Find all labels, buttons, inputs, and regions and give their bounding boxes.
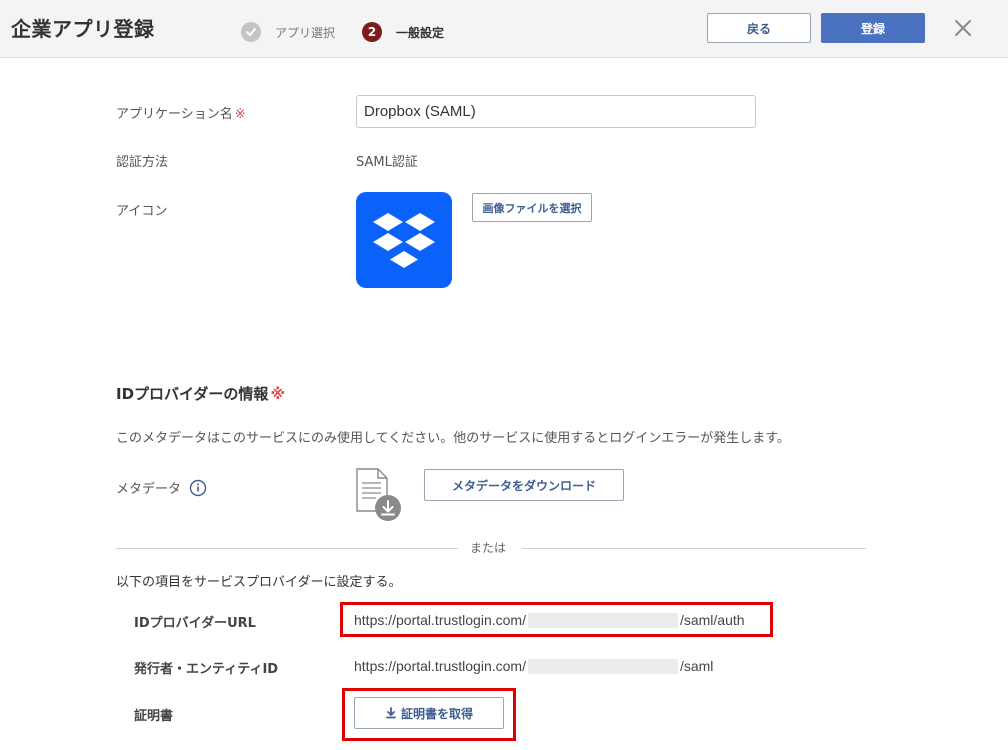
certificate-label: 証明書 [134,709,174,724]
required-mark: ※ [270,385,286,403]
icon-label: アイコン [116,204,168,219]
dropbox-logo-icon [356,192,452,288]
step-label: アプリ選択 [275,25,336,40]
select-image-button[interactable]: 画像ファイルを選択 [472,193,592,222]
sp-instruction: 以下の項目をサービスプロバイダーに設定する。 [116,575,402,590]
metadata-label-text: メタデータ [116,482,182,497]
register-button[interactable]: 登録 [821,13,925,43]
app-name-input[interactable] [356,95,756,128]
info-icon[interactable] [189,479,207,497]
issuer-prefix: https://portal.trustlogin.com/ [354,658,526,674]
back-button[interactable]: 戻る [707,13,811,43]
issuer-value: https://portal.trustlogin.com/ /saml [354,658,713,674]
divider [116,548,458,549]
divider [522,548,866,549]
highlight-box-url [340,602,773,637]
check-icon [241,22,261,42]
step-label: 一般設定 [396,25,445,40]
metadata-label: メタデータ [116,478,207,497]
issuer-label: 発行者・エンティティID [134,662,279,677]
close-icon[interactable] [950,15,976,41]
or-separator-text: または [470,541,507,555]
step-app-selection: アプリ選択 [241,22,335,42]
metadata-file-icon [354,467,404,523]
app-name-label: アプリケーション名 ※ [116,103,246,122]
step-number: 2 [362,22,382,42]
auth-method-value: SAML認証 [356,155,418,170]
idp-description: このメタデータはこのサービスにのみ使用してください。他のサービスに使用するとログ… [116,431,790,446]
download-metadata-button[interactable]: メタデータをダウンロード [424,469,624,501]
header-bar: 企業アプリ登録 アプリ選択 2 一般設定 戻る 登録 [0,0,1008,58]
page-title: 企業アプリ登録 [11,17,155,41]
step-general-settings: 2 一般設定 [362,22,444,42]
idp-section-title-text: IDプロバイダーの情報 [116,385,269,403]
app-name-label-text: アプリケーション名 [116,107,233,122]
idp-section-title: IDプロバイダーの情報 ※ [116,383,285,404]
auth-method-label: 認証方法 [116,155,169,170]
redacted-segment [527,658,678,674]
idp-url-label: IDプロバイダーURL [134,616,256,631]
required-mark: ※ [234,107,246,122]
highlight-box-certificate [342,688,516,741]
issuer-suffix: /saml [679,658,714,674]
